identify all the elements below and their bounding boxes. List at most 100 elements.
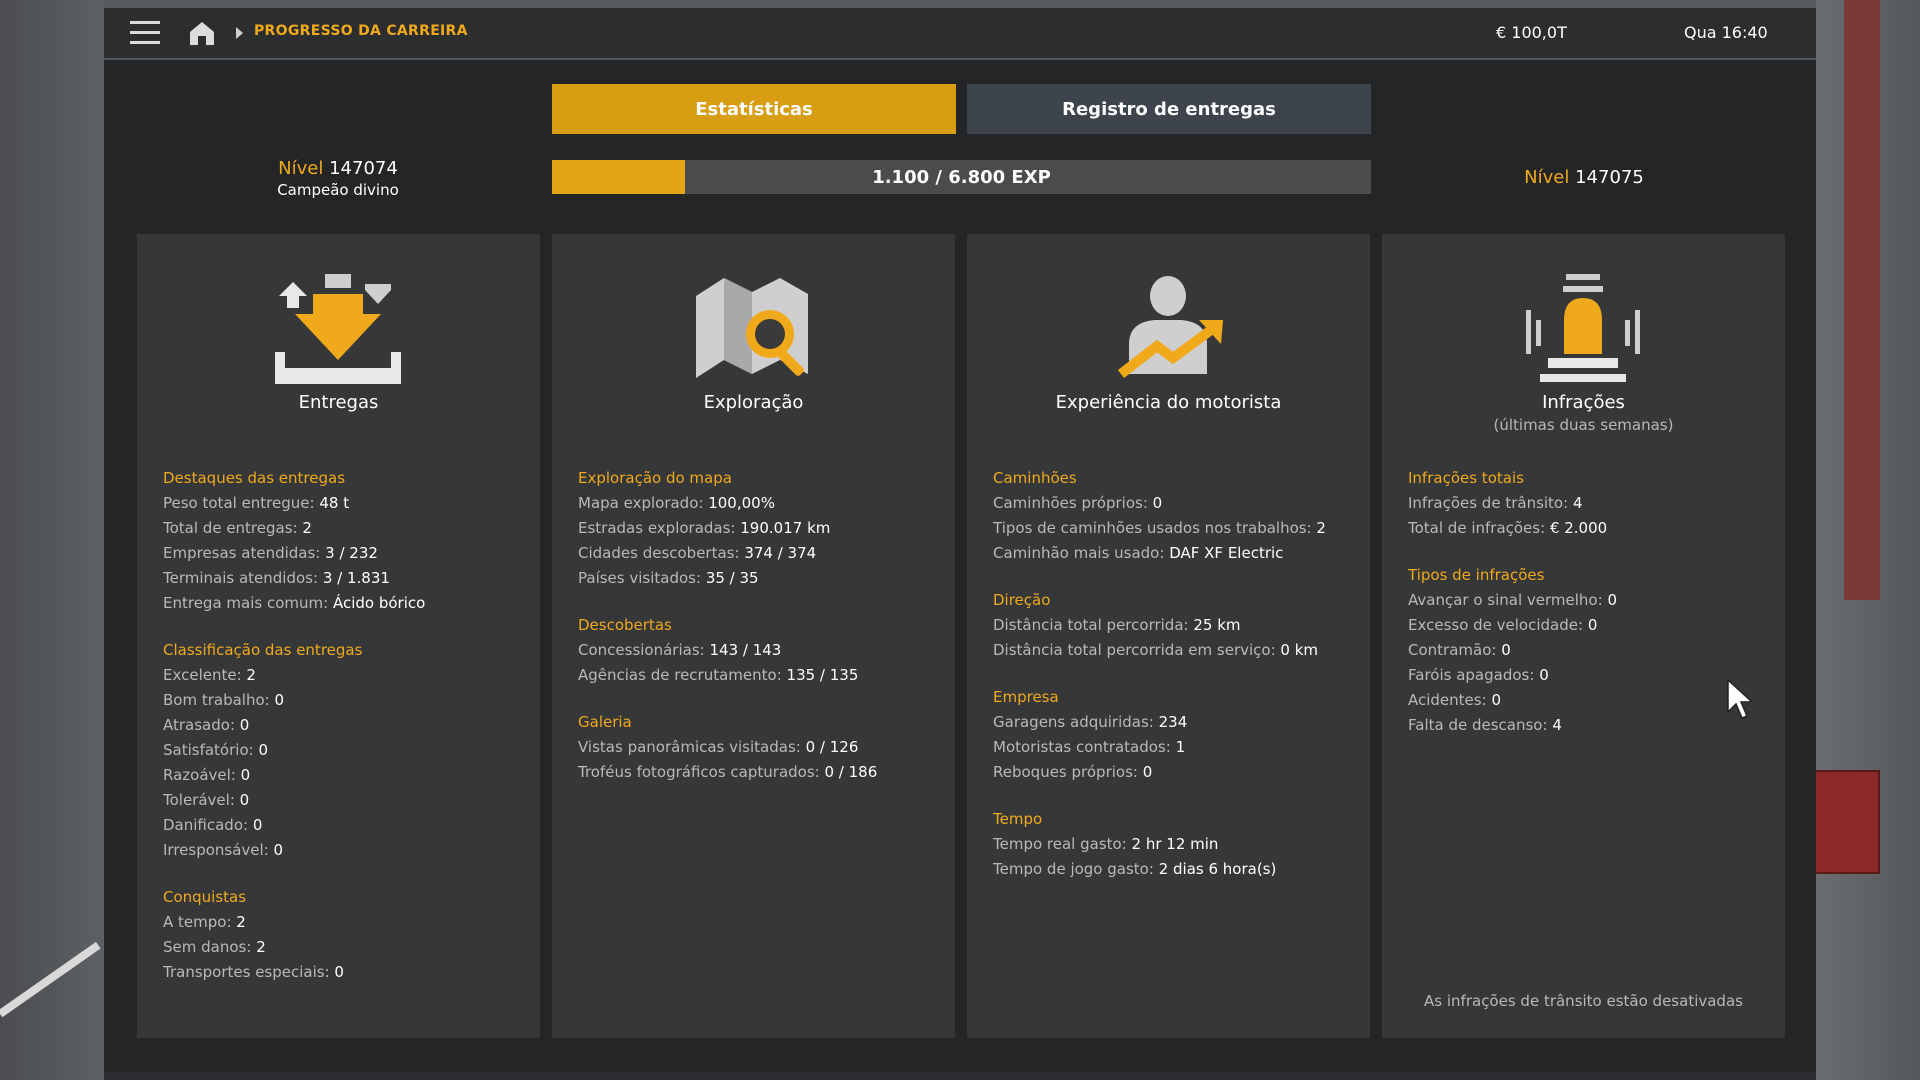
stat-row: Mapa explorado: 100,00% [578,491,938,516]
stat-row: Distância total percorrida: 25 km [993,613,1353,638]
stat-row: Peso total entregue: 48 t [163,491,523,516]
stat-row: Garagens adquiridas: 234 [993,710,1353,735]
stat-section: Empresa Garagens adquiridas: 234 Motorista… [993,685,1353,785]
stat-label: Infrações de trânsito: [1408,494,1569,512]
stat-value: 0 / 186 [824,763,878,781]
tab-delivery-log[interactable]: Registro de entregas [967,84,1371,134]
stat-label: Troféus fotográficos capturados: [578,763,820,781]
section-title: Empresa [993,688,1059,706]
home-icon[interactable] [188,19,216,47]
stat-value: 4 [1552,716,1562,734]
stat-section: Caminhões Caminhões próprios: 0 Tipos de c… [993,466,1353,566]
stat-label: Transportes especiais: [163,963,330,981]
stat-row: Motoristas contratados: 1 [993,735,1353,760]
stat-row: Reboques próprios: 0 [993,760,1353,785]
stat-row: Avançar o sinal vermelho: 0 [1408,588,1768,613]
stat-label: Razoável: [163,766,236,784]
siren-icon [1526,274,1640,382]
current-level-value: 147074 [329,158,398,179]
section-title: Classificação das entregas [163,641,363,659]
stat-section: Tempo Tempo real gasto: 2 hr 12 min Tempo … [993,807,1353,882]
stat-label: Satisfatório: [163,741,254,759]
stat-value: 0 [1142,763,1153,781]
stat-row: Razoável: 0 [163,763,523,788]
section-title: Descobertas [578,616,672,634]
infractions-card: Infrações (últimas duas semanas) Infraçõ… [1382,234,1785,1038]
stat-label: Distância total percorrida em serviço: [993,641,1276,659]
stat-label: Danificado: [163,816,249,834]
hamburger-menu-icon[interactable] [130,21,160,45]
rank-title: Campeão divino [277,181,399,199]
deliveries-card: Entregas Destaques das entregas Peso tota… [137,234,540,1038]
tab-statistics[interactable]: Estatísticas [552,84,956,134]
stat-value: 0 km [1280,641,1319,659]
stat-row: Entrega mais comum: Ácido bórico [163,591,523,616]
stat-row: Irresponsável: 0 [163,838,523,863]
stat-value: 2 hr 12 min [1131,835,1219,853]
stat-value: 374 / 374 [744,544,817,562]
stat-row: Tempo real gasto: 2 hr 12 min [993,832,1353,857]
stat-label: Tempo de jogo gasto: [993,860,1154,878]
stat-row: Falta de descanso: 4 [1408,713,1768,738]
stat-value: 0 [273,841,284,859]
card-sections: Infrações totais Infrações de trânsito: 4… [1408,466,1768,760]
stat-row: Caminhões próprios: 0 [993,491,1353,516]
stat-value: 0 [1152,494,1163,512]
stat-value: 190.017 km [740,519,831,537]
stat-value: 100,00% [708,494,775,512]
map-search-icon [696,278,808,378]
stat-value: 143 / 143 [709,641,782,659]
stat-row: Excesso de velocidade: 0 [1408,613,1768,638]
stat-section: Descobertas Concessionárias: 143 / 143 Agê… [578,613,938,688]
delivery-icon [275,274,401,384]
stat-label: Cidades descobertas: [578,544,740,562]
stat-value: 2 [236,913,246,931]
stat-value: 0 [239,716,250,734]
stat-row: Empresas atendidas: 3 / 232 [163,541,523,566]
card-title: Experiência do motorista [1055,392,1282,413]
xp-progress-text: 1.100 / 6.800 EXP [872,166,1051,188]
stat-value: 0 [274,691,285,709]
stat-value: 0 [1501,641,1511,659]
stat-section: Conquistas A tempo: 2 Sem danos: 2 Transpor… [163,885,523,985]
stat-value: 0 [334,963,344,981]
stat-label: Atrasado: [163,716,235,734]
card-sections: Caminhões Caminhões próprios: 0 Tipos de c… [993,466,1353,904]
stat-value: 35 / 35 [705,569,759,587]
stat-label: Tempo real gasto: [993,835,1127,853]
section-title: Destaques das entregas [163,469,346,487]
stat-label: Terminais atendidos: [163,569,319,587]
stat-label: Vistas panorâmicas visitadas: [578,738,801,756]
stat-value: 25 km [1193,616,1241,634]
stat-row: Bom trabalho: 0 [163,688,523,713]
stat-label: Tolerável: [163,791,235,809]
stat-label: Tipos de caminhões usados nos trabalhos: [993,519,1312,537]
card-sections: Destaques das entregas Peso total entregu… [163,466,523,1007]
stat-row: Infrações de trânsito: 4 [1408,491,1768,516]
xp-progress-bar: 1.100 / 6.800 EXP [552,160,1371,194]
stat-row: Satisfatório: 0 [163,738,523,763]
stat-label: Excesso de velocidade: [1408,616,1584,634]
stat-row: Tempo de jogo gasto: 2 dias 6 hora(s) [993,857,1353,882]
stat-value: Ácido bórico [332,594,426,612]
card-title: Exploração [703,392,804,413]
stat-row: Acidentes: 0 [1408,688,1768,713]
stat-value: 2 [256,938,266,956]
stat-value: 3 / 232 [325,544,378,562]
section-title: Tipos de infrações [1408,566,1545,584]
stat-value: 0 [240,766,251,784]
breadcrumb-arrow-icon [236,27,243,39]
stat-row: Caminhão mais usado: DAF XF Electric [993,541,1353,566]
breadcrumb[interactable]: PROGRESSO DA CARREIRA [254,23,468,39]
stat-value: 48 t [319,494,350,512]
stat-row: Troféus fotográficos capturados: 0 / 186 [578,760,938,785]
stat-section: Destaques das entregas Peso total entregu… [163,466,523,616]
card-subtitle: (últimas duas semanas) [1493,416,1674,434]
background-tool-cabinet [1810,770,1880,874]
stat-label: Mapa explorado: [578,494,704,512]
stat-row: Total de infrações: € 2.000 [1408,516,1768,541]
stat-value: 0 [1607,591,1617,609]
stat-label: Sem danos: [163,938,252,956]
stat-row: Sem danos: 2 [163,935,523,960]
stat-label: Empresas atendidas: [163,544,321,562]
